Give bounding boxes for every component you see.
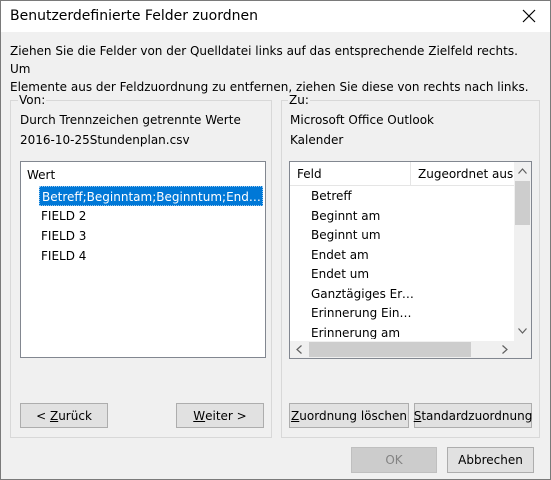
target-field[interactable]: Ganztägiges Ere... <box>311 284 415 304</box>
title-bar: Benutzerdefinierte Felder zuordnen <box>0 0 551 32</box>
ok-button[interactable]: OK <box>351 447 437 473</box>
target-field[interactable]: Beginnt um <box>311 225 415 245</box>
chevron-right-icon <box>501 345 508 354</box>
window-title: Benutzerdefinierte Felder zuordnen <box>10 8 258 24</box>
horizontal-scroll-thumb[interactable] <box>309 342 471 357</box>
default-label-rest: tandardzuordnung <box>421 408 533 423</box>
clear-mnemonic: Z <box>291 408 300 423</box>
scroll-right-button[interactable] <box>496 341 513 358</box>
target-folder: Kalender <box>290 133 344 147</box>
horizontal-scrollbar[interactable] <box>290 341 514 358</box>
scroll-down-button[interactable] <box>514 322 531 339</box>
target-listbox[interactable]: Feld Zugeordnet aus Betreff Beginnt am B… <box>289 161 532 359</box>
target-column-mapped[interactable]: Zugeordnet aus <box>418 167 513 181</box>
clear-label-rest: uordnung löschen <box>299 408 407 423</box>
target-app: Microsoft Office Outlook <box>290 113 434 127</box>
target-field[interactable]: Betreff <box>311 186 415 206</box>
source-type: Durch Trennzeichen getrennte Werte <box>20 113 241 127</box>
close-button[interactable] <box>512 2 546 30</box>
source-listbox[interactable]: Wert Betreff;Beginntam;Beginntum;Endetam… <box>20 161 266 358</box>
default-mnemonic: S <box>413 408 422 423</box>
source-item[interactable]: FIELD 4 <box>39 246 263 266</box>
target-field[interactable]: Erinnerung am <box>311 323 415 339</box>
chevron-down-icon <box>518 327 527 334</box>
source-heading: Von: <box>18 93 47 107</box>
source-item[interactable]: Betreff;Beginntam;Beginntum;Endetam;... <box>39 186 263 206</box>
clear-mapping-button[interactable]: Zuordnung löschen <box>289 403 409 428</box>
target-field[interactable]: Endet um <box>311 264 415 284</box>
scroll-up-button[interactable] <box>514 162 531 179</box>
vertical-scroll-thumb[interactable] <box>515 181 530 225</box>
next-label-rest: eiter > <box>205 408 247 423</box>
chevron-up-icon <box>518 167 527 174</box>
cancel-button[interactable]: Abbrechen <box>447 447 534 473</box>
scrollbar-corner <box>514 341 531 358</box>
next-button[interactable]: Weiter > <box>176 403 264 428</box>
source-file: 2016-10-25Stundenplan.csv <box>20 133 190 147</box>
target-field[interactable]: Beginnt am <box>311 206 415 226</box>
back-mnemonic: Z <box>49 408 59 423</box>
close-icon <box>522 9 536 23</box>
back-prefix: < <box>36 408 50 423</box>
column-divider[interactable] <box>410 162 411 186</box>
vertical-scrollbar[interactable] <box>514 162 531 341</box>
back-label-rest: urück <box>58 408 92 423</box>
next-mnemonic: W <box>193 408 206 423</box>
source-item[interactable]: FIELD 2 <box>39 206 263 226</box>
chevron-left-icon <box>295 345 302 354</box>
target-list-header: Feld Zugeordnet aus <box>290 162 515 186</box>
target-field[interactable]: Erinnerung Ein/... <box>311 303 415 323</box>
target-column-field[interactable]: Feld <box>297 167 322 181</box>
back-button[interactable]: < Zurück <box>20 403 108 428</box>
source-column-header: Wert <box>27 168 56 182</box>
scroll-left-button[interactable] <box>290 341 307 358</box>
default-mapping-button[interactable]: Standardzuordnung <box>414 403 532 428</box>
target-field[interactable]: Endet am <box>311 245 415 265</box>
instructions-text: Ziehen Sie die Felder von der Quelldatei… <box>10 44 529 94</box>
target-heading: Zu: <box>288 93 310 107</box>
source-item[interactable]: FIELD 3 <box>39 226 263 246</box>
